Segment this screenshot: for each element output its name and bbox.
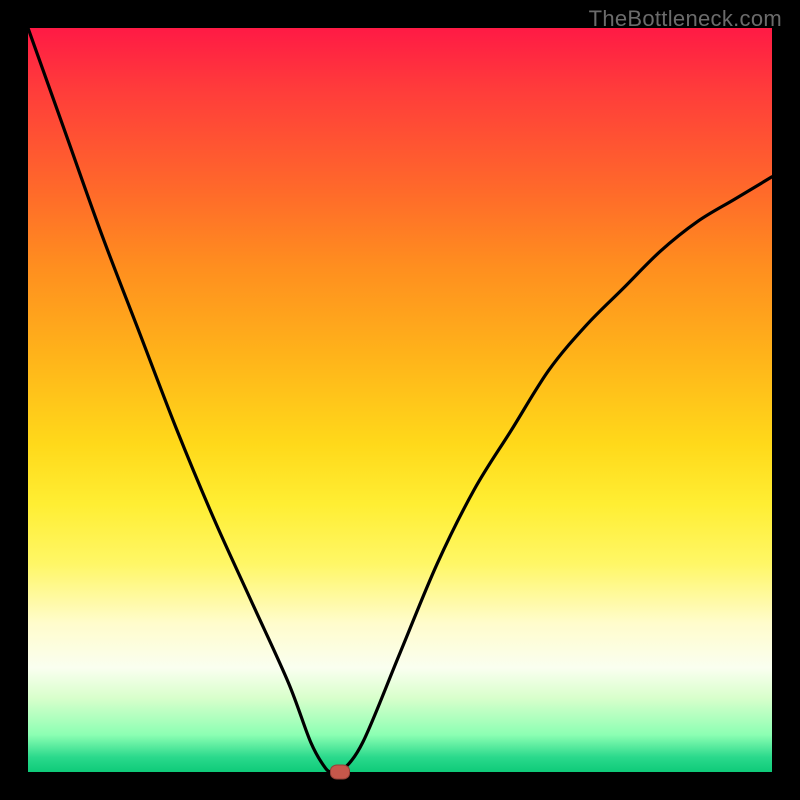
- bottleneck-curve: [28, 28, 772, 772]
- optimal-point-marker: [330, 765, 350, 780]
- watermark-text: TheBottleneck.com: [589, 6, 782, 32]
- gradient-plot-area: [28, 28, 772, 772]
- curve-path: [28, 28, 772, 772]
- chart-frame: TheBottleneck.com: [0, 0, 800, 800]
